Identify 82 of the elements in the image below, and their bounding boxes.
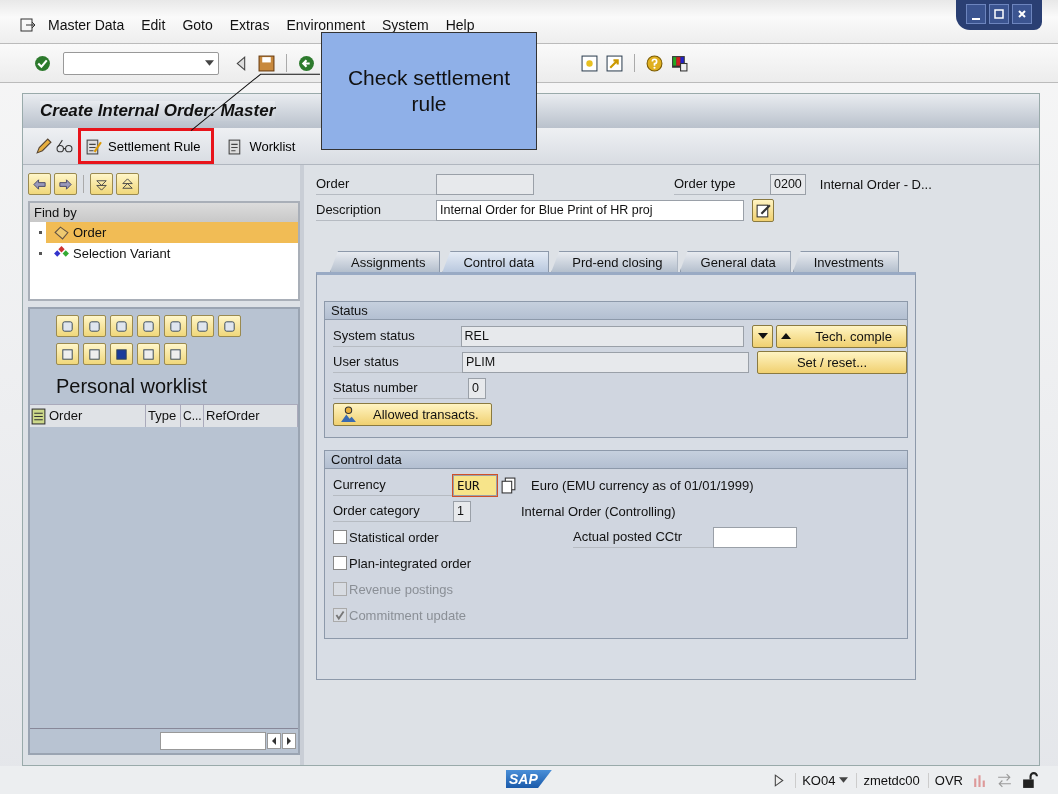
sap-logo: SAP — [506, 770, 552, 788]
column-header[interactable]: C... — [181, 405, 204, 427]
person-icon — [340, 405, 357, 423]
help-icon[interactable] — [646, 54, 663, 72]
caret-icon[interactable] — [839, 777, 849, 783]
document-pencil-icon — [85, 137, 102, 155]
toolbar-button[interactable]: Worklist — [220, 131, 302, 161]
tech-complete-button[interactable]: Tech. comple — [776, 324, 907, 348]
column-header[interactable]: Type — [146, 405, 181, 427]
status-number-field[interactable]: 0 — [468, 377, 486, 399]
toolbar-button[interactable]: Settlement Rule — [81, 131, 211, 161]
screen-title: Create Internal Order: Master — [40, 101, 276, 121]
glasses-icon[interactable] — [56, 137, 73, 155]
currency-field[interactable]: EUR — [453, 474, 497, 496]
monitor-icon[interactable] — [671, 54, 688, 72]
order-type-field[interactable]: 0200 — [770, 173, 806, 195]
scroll-right-button[interactable] — [282, 733, 296, 749]
menu-icon[interactable] — [20, 16, 36, 33]
minimize-button[interactable] — [966, 4, 986, 24]
checkbox-label[interactable]: Plan-integrated order — [333, 555, 573, 571]
collapse-icon[interactable] — [90, 173, 113, 195]
field-label: User status — [333, 351, 462, 373]
down-triangle-icon — [757, 332, 768, 340]
close-icon — [1017, 9, 1027, 19]
square-icon — [994, 9, 1004, 19]
dropdown-button[interactable] — [752, 324, 774, 348]
tab[interactable]: Control data — [442, 251, 550, 272]
tab[interactable]: Investments — [792, 251, 899, 272]
order-field[interactable] — [436, 173, 534, 195]
menu-item[interactable]: Edit — [141, 16, 166, 33]
group-title: Status — [325, 302, 907, 320]
column-header[interactable]: Order — [47, 405, 146, 427]
copy-icon[interactable] — [500, 476, 517, 494]
shortcut-icon[interactable] — [606, 54, 623, 72]
checkbox[interactable] — [333, 530, 347, 544]
pencil-icon[interactable] — [35, 137, 52, 155]
edit-text-button[interactable] — [752, 198, 774, 222]
expand-icon[interactable] — [116, 173, 139, 195]
menu-item[interactable]: Goto — [182, 16, 213, 33]
back-icon[interactable] — [298, 54, 315, 72]
cost-center-field[interactable] — [713, 526, 797, 548]
order-type-text: Internal Order - D... — [819, 176, 932, 192]
check-icon[interactable] — [34, 54, 51, 72]
field-label: System status — [333, 325, 461, 347]
allowed-transactions-button[interactable]: Allowed transacts. — [333, 402, 492, 426]
tree-item[interactable]: Selection Variant — [30, 243, 298, 264]
server-name: zmetdc00 — [856, 772, 920, 788]
callout-note: Check settlement rule — [321, 32, 537, 150]
list-icon[interactable] — [30, 407, 47, 425]
group-title: Control data — [325, 451, 907, 469]
checkbox-label[interactable]: Statistical order — [333, 529, 573, 545]
column-header[interactable]: RefOrder — [204, 405, 298, 427]
worklist-title: Personal worklist — [55, 374, 209, 399]
tab[interactable]: Assignments — [330, 251, 441, 272]
menu-item[interactable]: System — [382, 16, 429, 33]
caret-icon[interactable] — [205, 60, 214, 66]
status-field[interactable]: REL — [460, 325, 745, 347]
minus-icon — [972, 18, 980, 20]
command-field[interactable] — [63, 51, 219, 75]
menu-item[interactable]: Extras — [229, 16, 270, 33]
lock-icon[interactable] — [1021, 771, 1038, 789]
menu-item[interactable]: Help — [445, 16, 475, 33]
order-category-field[interactable]: 1 — [453, 500, 471, 522]
description-field[interactable]: Internal Order for Blue Print of HR proj — [436, 199, 744, 221]
menu-item[interactable]: Master Data — [48, 16, 125, 33]
input-mode[interactable]: OVR — [927, 772, 963, 788]
tab[interactable]: Prd-end closing — [551, 251, 678, 272]
order-category-text: Internal Order (Controlling) — [521, 503, 676, 519]
up-triangle-icon — [781, 332, 792, 340]
save-icon[interactable] — [258, 54, 275, 72]
maximize-button[interactable] — [989, 4, 1009, 24]
arrows-icon — [996, 771, 1013, 789]
transaction-code[interactable]: KO04 — [795, 772, 836, 788]
scroll-left-button[interactable] — [267, 733, 281, 749]
tab[interactable]: General data — [679, 251, 791, 272]
set-reset-button[interactable]: Set / reset... — [756, 350, 907, 374]
close-button[interactable] — [1012, 4, 1032, 24]
status-field[interactable]: PLIM — [461, 351, 749, 373]
menu-item[interactable]: Environment — [286, 16, 365, 33]
currency-text: Euro (EMU currency as of 01/01/1999) — [531, 477, 754, 493]
checkbox[interactable] — [333, 556, 347, 570]
column-header: Find by — [30, 203, 298, 222]
